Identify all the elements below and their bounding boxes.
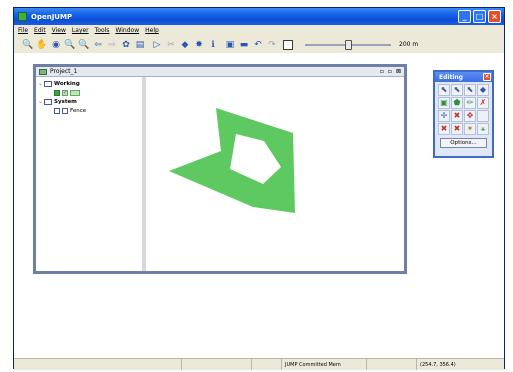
split-icon[interactable]: ✖ [438, 123, 450, 135]
rectangle-icon[interactable] [283, 39, 293, 50]
cluster-icon[interactable]: ✸ [193, 39, 205, 51]
pan-icon[interactable]: ✋ [36, 39, 48, 51]
zoom-selected-icon[interactable]: 🔍 [64, 39, 76, 51]
window-title: OpenJUMP [31, 12, 73, 21]
editing-tools: ⬉ ⬉ ⬉ ◆ ▣ ⬟ ✏ ✗ ✢ ✖ ✥ ✖ ✖ ✶ ⚹ [435, 82, 492, 137]
select-features-icon[interactable]: ⬉ [438, 84, 450, 96]
project-title: Project_1 [50, 68, 78, 75]
zoom-layer-icon[interactable]: 🔍 [78, 39, 90, 51]
draw-rectangle-icon[interactable]: ▣ [438, 97, 450, 109]
delete-vertex-icon[interactable]: ✥ [464, 110, 476, 122]
zoom-extent-icon[interactable]: ▤ [134, 39, 146, 51]
draw-linestring-icon[interactable]: ✏ [464, 97, 476, 109]
map-svg [169, 108, 295, 213]
status-cell [252, 359, 282, 370]
menu-tools[interactable]: Tools [95, 27, 110, 34]
redo-icon[interactable]: ↷ [266, 39, 278, 51]
highlight-icon[interactable]: ▬ [238, 39, 250, 51]
cut-icon[interactable]: ✂ [165, 39, 177, 51]
editing-title-bar[interactable]: Editing × [435, 72, 492, 82]
folder-icon [44, 80, 52, 87]
editing-toolbox: Editing × ⬉ ⬉ ⬉ ◆ ▣ ⬟ ✏ ✗ ✢ ✖ ✥ ✖ ✖ ✶ ⚹ Options... [433, 70, 494, 158]
insert-vertex-icon[interactable]: ✖ [451, 110, 463, 122]
zoom-fence-icon[interactable]: ✿ [120, 39, 132, 51]
layer-visibility-checkbox[interactable] [54, 107, 60, 114]
main-toolbar: 🔍 ✋ ◉ 🔍 🔍 ⇦ ⇨ ✿ ▤ ▷ ✂ ◆ ✸ ℹ ▣ ▬ ↶ ↷ 200 m [14, 36, 504, 53]
layer-item[interactable]: ✓ [36, 88, 142, 97]
project-window: Project_1 ▫ ▫ ⊠ ⌄ Working ✓ ⌄ System Fen… [33, 64, 407, 274]
project-title-bar[interactable]: Project_1 ▫ ▫ ⊠ [36, 67, 404, 77]
select-icon[interactable]: ▷ [151, 39, 163, 51]
layer-tree: ⌄ Working ✓ ⌄ System Fence [36, 77, 146, 271]
undo-icon[interactable]: ↶ [252, 39, 264, 51]
coordinates-readout: (254.7, 356.4) [420, 361, 456, 368]
openjump-logo-icon [18, 12, 27, 21]
zoom-slider[interactable] [305, 39, 391, 51]
zoom-full-icon[interactable]: ◉ [50, 39, 62, 51]
map-icon [39, 68, 47, 75]
layer-editable-checkbox[interactable]: ✓ [62, 89, 68, 96]
project-window-controls: ▫ ▫ ⊠ [380, 68, 401, 75]
maximize-button[interactable]: □ [473, 10, 486, 23]
layer-visibility-checkbox[interactable] [54, 89, 60, 96]
status-cell [182, 359, 252, 370]
zoom-previous-icon[interactable]: ⇦ [92, 39, 104, 51]
menu-edit[interactable]: Edit [34, 27, 46, 34]
title-bar[interactable]: OpenJUMP _ □ × [14, 8, 504, 25]
rotate-icon[interactable]: ✶ [464, 123, 476, 135]
category-working[interactable]: ⌄ Working [36, 79, 142, 88]
layer-label: Fence [70, 107, 87, 114]
zoom-next-icon[interactable]: ⇨ [106, 39, 118, 51]
menu-file[interactable]: File [18, 27, 28, 34]
draw-polygon-icon[interactable]: ⬟ [451, 97, 463, 109]
draw-point-icon[interactable]: ✗ [477, 97, 489, 109]
menu-view[interactable]: View [52, 27, 66, 34]
options-button[interactable]: Options... [440, 138, 487, 148]
editing-toolbox-icon[interactable]: ▣ [224, 39, 236, 51]
category-label: Working [54, 80, 80, 87]
status-cell [367, 359, 417, 370]
menu-window[interactable]: Window [115, 27, 139, 34]
move-vertex-icon[interactable]: ✢ [438, 110, 450, 122]
app-window: OpenJUMP _ □ × File Edit View Layer Tool… [13, 7, 505, 370]
editing-title: Editing [439, 73, 463, 81]
box-icon[interactable]: ◆ [179, 39, 191, 51]
project-minimize-button[interactable]: ▫ [380, 68, 384, 75]
minimize-button[interactable]: _ [458, 10, 471, 23]
scale-label: 200 m [399, 41, 419, 48]
menu-layer[interactable]: Layer [72, 27, 89, 34]
info-icon[interactable]: ℹ [207, 39, 219, 51]
zoom-icon[interactable]: 🔍 [22, 39, 34, 51]
status-message [14, 359, 182, 370]
union-icon[interactable]: ✖ [451, 123, 463, 135]
category-label: System [54, 98, 77, 105]
editing-close-button[interactable]: × [483, 73, 491, 81]
menu-help[interactable]: Help [145, 27, 159, 34]
close-button[interactable]: × [488, 10, 501, 23]
category-system[interactable]: ⌄ System [36, 97, 142, 106]
select-parts-icon[interactable]: ⬉ [451, 84, 463, 96]
status-bar: JUMP Committed Mem (254.7, 356.4) [14, 358, 504, 370]
zoom-slider-thumb[interactable] [345, 39, 352, 50]
polygon-feature[interactable] [169, 108, 295, 213]
layer-item-fence[interactable]: Fence [36, 106, 142, 115]
memory-status: JUMP Committed Mem [282, 359, 367, 370]
layer-style-swatch [70, 89, 80, 96]
layer-editable-checkbox[interactable] [62, 107, 68, 114]
map-canvas[interactable] [150, 77, 404, 271]
folder-icon [44, 98, 52, 105]
menu-bar: File Edit View Layer Tools Window Help [14, 25, 504, 36]
select-linestrings-icon[interactable]: ⬉ [464, 84, 476, 96]
measure-icon[interactable]: ⚹ [477, 123, 489, 135]
project-maximize-button[interactable]: ▫ [388, 68, 392, 75]
move-features-icon[interactable]: ◆ [477, 84, 489, 96]
workspace: Project_1 ▫ ▫ ⊠ ⌄ Working ✓ ⌄ System Fen… [14, 53, 504, 358]
project-close-button[interactable]: ⊠ [396, 68, 401, 75]
window-controls: _ □ × [458, 10, 501, 23]
snap-icon[interactable] [477, 110, 489, 122]
